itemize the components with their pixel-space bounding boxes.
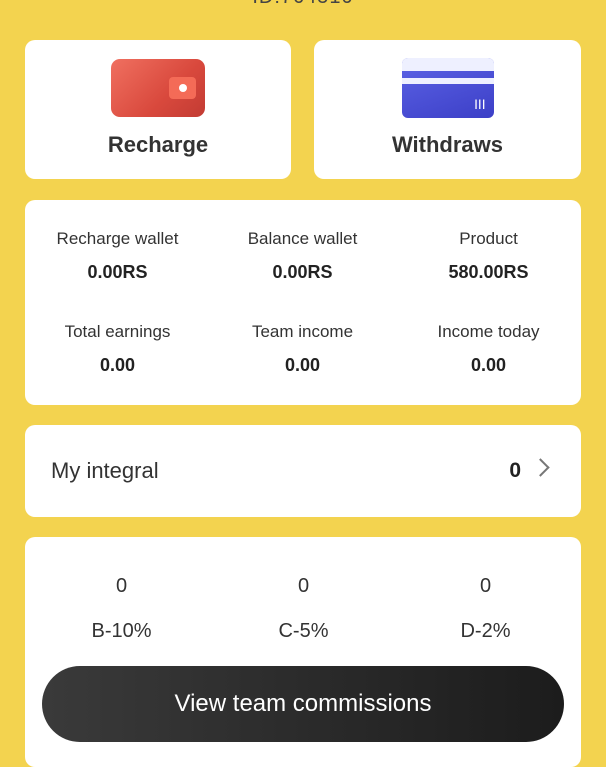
tier-name: C-5%: [278, 620, 329, 642]
stat-value: 0.00: [99, 355, 136, 375]
tier-c: 0 C-5%: [211, 575, 396, 643]
stat-value: 0.00: [284, 355, 321, 375]
chevron-right-icon: [531, 458, 550, 477]
stat-product: Product 580.00RS: [396, 229, 581, 283]
stat-income-today: Income today 0.00: [396, 322, 581, 376]
my-integral-row[interactable]: My integral 0: [25, 425, 581, 517]
stat-value: 580.00RS: [448, 262, 529, 282]
tier-count: 0: [479, 575, 492, 597]
withdraws-label: Withdraws: [391, 132, 504, 157]
wallet-stats-panel: Recharge wallet 0.00RS Balance wallet 0.…: [25, 200, 581, 405]
tier-name: D-2%: [460, 620, 511, 642]
stat-value: 0.00RS: [272, 262, 333, 282]
integral-label: My integral: [51, 458, 159, 483]
view-team-commissions-button[interactable]: View team commissions: [42, 666, 564, 742]
tier-d: 0 D-2%: [393, 575, 578, 643]
stat-label: Team income: [251, 322, 354, 341]
stat-value: 0.00RS: [87, 262, 148, 282]
wallet-icon: [111, 59, 205, 117]
stat-label: Balance wallet: [247, 229, 358, 248]
tier-count: 0: [115, 575, 128, 597]
tier-name: B-10%: [91, 620, 152, 642]
recharge-label: Recharge: [107, 132, 209, 157]
stat-label: Product: [459, 229, 518, 248]
tier-count: 0: [297, 575, 310, 597]
stat-recharge-wallet: Recharge wallet 0.00RS: [25, 229, 210, 283]
stat-total-earnings: Total earnings 0.00: [25, 322, 210, 376]
stat-team-income: Team income 0.00: [210, 322, 395, 376]
stat-balance-wallet: Balance wallet 0.00RS: [210, 229, 395, 283]
stat-label: Recharge wallet: [56, 229, 179, 248]
withdraws-button[interactable]: ||| Withdraws: [314, 40, 581, 179]
stat-value: 0.00: [470, 355, 507, 375]
user-id: ID:764510: [0, 0, 606, 9]
tier-b: 0 B-10%: [29, 575, 214, 643]
recharge-button[interactable]: Recharge: [25, 40, 291, 179]
credit-card-icon: |||: [402, 58, 494, 118]
stat-label: Total earnings: [64, 322, 171, 341]
stat-label: Income today: [437, 322, 540, 341]
integral-value: 0: [509, 459, 521, 482]
